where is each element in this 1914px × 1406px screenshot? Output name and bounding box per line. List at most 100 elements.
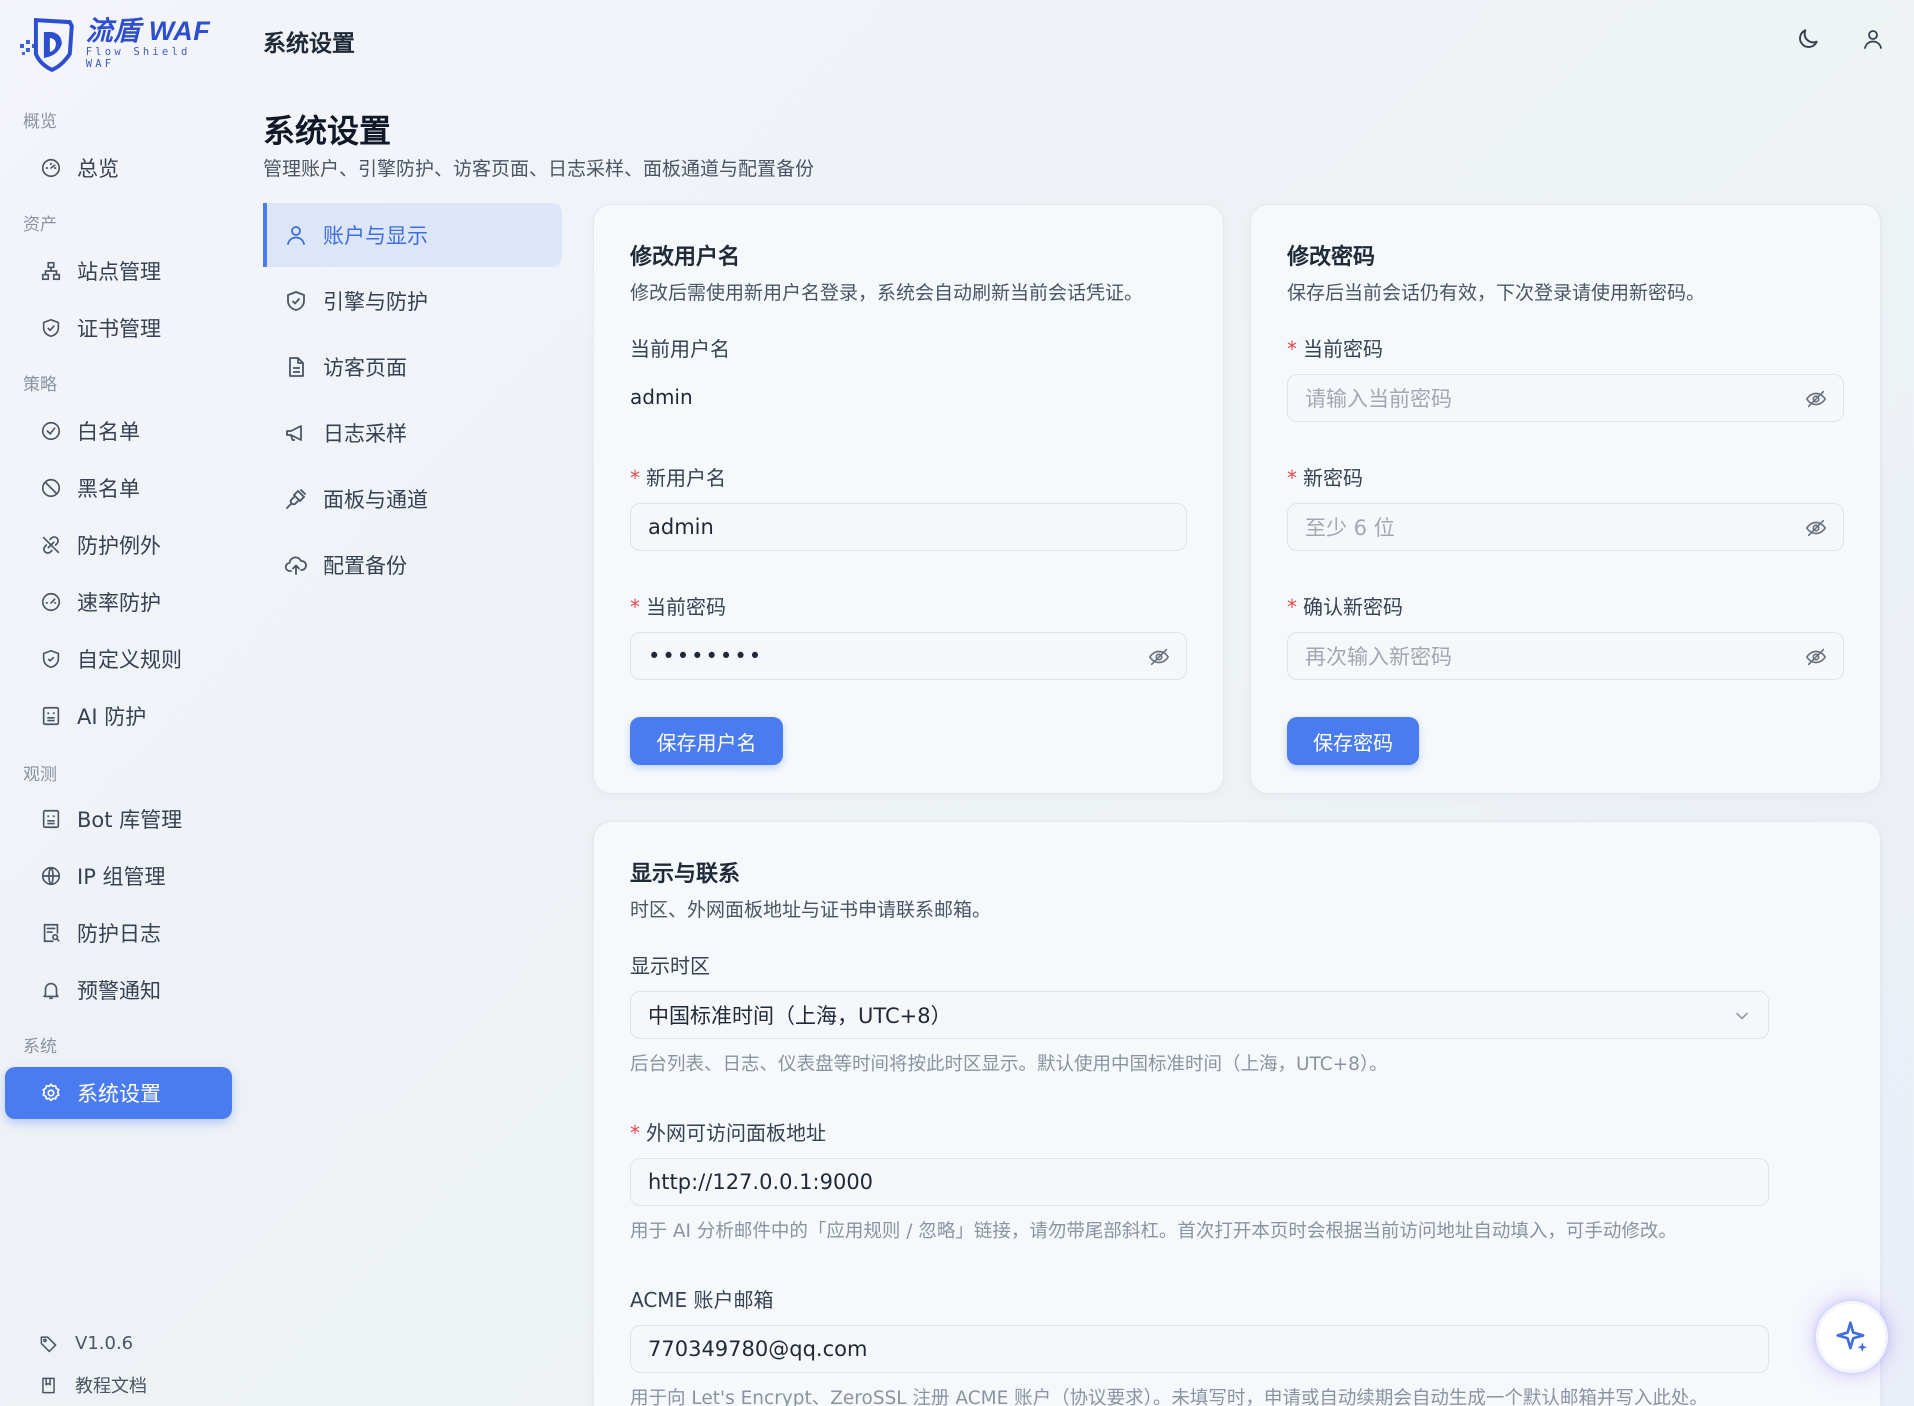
tag-icon [38,1334,58,1354]
theme-toggle-button[interactable] [1793,24,1823,54]
acme-email-label: ACME 账户邮箱 [630,1288,774,1312]
bot-icon [39,807,63,831]
user-menu-button[interactable] [1858,24,1888,54]
check-circle-icon [39,419,63,443]
new-username-input[interactable]: admin [630,503,1187,551]
group-label-system: 系统 [23,1037,57,1057]
panel-url-help: 用于 AI 分析邮件中的「应用规则 / 忽略」链接，请勿带尾部斜杠。首次打开本页… [630,1221,1677,1242]
sidebar-item-label: 防护例外 [77,534,161,558]
sidebar-item-whitelist[interactable]: 白名单 [5,405,232,457]
brand-logo[interactable]: 流盾 WAF Flow Shield WAF [18,14,228,72]
tab-label: 访客页面 [323,356,407,380]
shield-icon [39,647,63,671]
timezone-label: 显示时区 [630,954,710,978]
tab-label: 账户与显示 [323,224,428,248]
confirm-password-label: * 确认新密码 [1287,595,1403,619]
sidebar-item-ai[interactable]: AI 防护 [5,690,232,742]
tab-log-sampling[interactable]: 日志采样 [263,401,562,465]
page-subtitle: 管理账户、引擎防护、访客页面、日志采样、面板通道与配置备份 [263,158,815,180]
docs-label: 教程文档 [75,1376,147,1397]
plug-icon [283,486,309,512]
gauge-icon [39,156,63,180]
sidebar-item-label: 防护日志 [77,922,161,946]
brand-tagline: Flow Shield WAF [85,46,191,70]
tab-engine-protection[interactable]: 引擎与防护 [263,269,562,333]
tab-visitor-page[interactable]: 访客页面 [263,335,562,399]
timezone-select[interactable]: 中国标准时间（上海，UTC+8） [630,991,1769,1039]
shield-check-icon [283,288,309,314]
gear-icon [39,1081,63,1105]
ban-icon [39,476,63,500]
required-marker: * [1287,337,1297,361]
eye-off-icon[interactable] [1805,388,1827,410]
sidebar-item-label: 站点管理 [77,260,161,284]
book-icon [38,1375,58,1395]
topbar-title: 系统设置 [263,31,355,57]
current-password-input[interactable]: 请输入当前密码 [1287,374,1844,422]
tab-panel-channel[interactable]: 面板与通道 [263,467,562,531]
bell-icon [39,978,63,1002]
current-username-value: admin [630,385,693,409]
shield-check-icon [39,316,63,340]
eye-off-icon[interactable] [1805,646,1827,668]
eye-off-icon[interactable] [1805,517,1827,539]
card-title: 修改用户名 [630,245,741,270]
sidebar-item-customrules[interactable]: 自定义规则 [5,633,232,685]
chevron-down-icon [1732,1006,1752,1026]
sidebar-item-label: 自定义规则 [77,648,182,672]
tab-config-backup[interactable]: 配置备份 [263,533,562,597]
shield-logo-icon [19,17,74,72]
panel-url-input[interactable]: http://127.0.0.1:9000 [630,1158,1769,1206]
version-tag[interactable]: V1.0.6 [38,1333,133,1354]
tab-label: 配置备份 [323,554,407,578]
sidebar-item-blacklist[interactable]: 黑名单 [5,462,232,514]
ai-assistant-button[interactable] [1819,1304,1885,1370]
sidebar-item-overview[interactable]: 总览 [5,142,232,194]
card-description: 保存后当前会话仍有效，下次登录请使用新密码。 [1287,282,1706,304]
sidebar-item-certs[interactable]: 证书管理 [5,302,232,354]
required-marker: * [1287,466,1297,490]
speedometer-icon [39,590,63,614]
confirm-password-input[interactable]: 再次输入新密码 [1287,632,1844,680]
globe-icon [39,864,63,888]
sidebar-item-label: 证书管理 [77,317,161,341]
sidebar-item-sites[interactable]: 站点管理 [5,245,232,297]
username-current-password-input[interactable]: •••••••• [630,632,1187,680]
new-password-input[interactable]: 至少 6 位 [1287,503,1844,551]
tab-account-display[interactable]: 账户与显示 [263,203,562,267]
display-contact-card: 显示与联系 时区、外网面板地址与证书申请联系邮箱。 显示时区 中国标准时间（上海… [593,821,1881,1406]
sidebar-item-exceptions[interactable]: 防护例外 [5,519,232,571]
save-password-button[interactable]: 保存密码 [1287,717,1419,765]
required-marker: * [1287,595,1297,619]
sidebar-item-label: 系统设置 [77,1082,161,1106]
user-icon [283,222,309,248]
eye-off-icon[interactable] [1148,646,1170,668]
sidebar-item-label: 白名单 [77,420,140,444]
sparkles-icon [1836,1321,1868,1353]
save-username-button[interactable]: 保存用户名 [630,717,783,765]
sidebar-item-label: AI 防护 [77,705,147,729]
page-title: 系统设置 [263,112,392,150]
sidebar-item-label: 黑名单 [77,477,140,501]
new-username-label: * 新用户名 [630,466,726,490]
panel-url-label: * 外网可访问面板地址 [630,1121,826,1145]
sitemap-icon [39,259,63,283]
sidebar-item-logs[interactable]: 防护日志 [5,907,232,959]
sidebar-item-ipgroups[interactable]: IP 组管理 [5,850,232,902]
acme-email-input[interactable]: 770349780@qq.com [630,1325,1769,1373]
acme-email-help: 用于向 Let's Encrypt、ZeroSSL 注册 ACME 账户（协议要… [630,1388,1708,1406]
group-label-assets: 资产 [23,215,57,235]
group-label-observe: 观测 [23,765,57,785]
sidebar-item-alerts[interactable]: 预警通知 [5,964,232,1016]
current-password-label: * 当前密码 [630,595,726,619]
sidebar-item-label: IP 组管理 [77,865,166,889]
sidebar-item-settings[interactable]: 系统设置 [5,1067,232,1119]
robot-icon [39,704,63,728]
required-marker: * [630,1121,640,1145]
sidebar-item-ratelimit[interactable]: 速率防护 [5,576,232,628]
card-description: 修改后需使用新用户名登录，系统会自动刷新当前会话凭证。 [630,282,1144,304]
current-password-label: * 当前密码 [1287,337,1383,361]
docs-link[interactable]: 教程文档 [38,1372,147,1398]
moon-icon [1799,29,1818,48]
sidebar-item-bot[interactable]: Bot 库管理 [5,793,232,845]
